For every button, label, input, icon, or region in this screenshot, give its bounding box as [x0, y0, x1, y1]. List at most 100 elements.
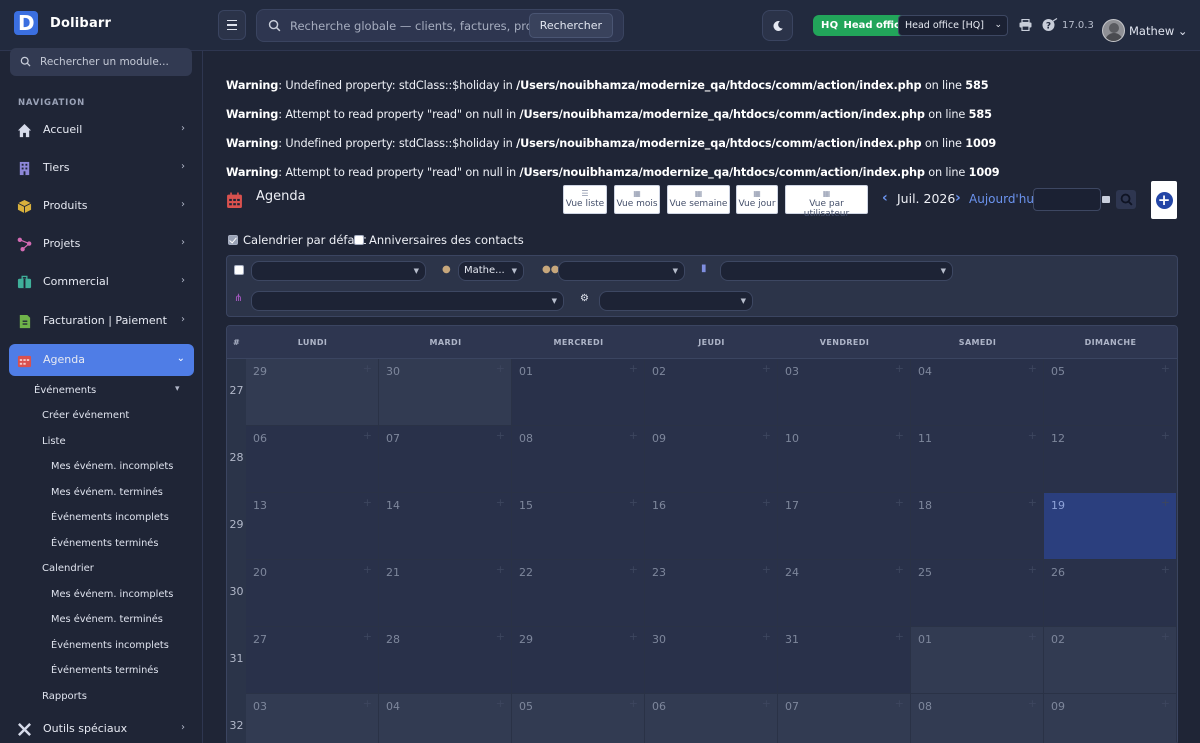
- add-event-plus-icon[interactable]: +: [762, 429, 771, 442]
- add-event-plus-icon[interactable]: +: [762, 362, 771, 375]
- add-event-plus-icon[interactable]: +: [629, 697, 638, 710]
- sidebar-sub-liste-item[interactable]: Mes événem. incomplets: [51, 461, 173, 472]
- calendar-day-cell[interactable]: 08 +: [512, 426, 645, 493]
- sidebar-item-accueil[interactable]: Accueil ›: [9, 114, 194, 146]
- sidebar-sub-calendrier-item[interactable]: Événements terminés: [51, 665, 158, 676]
- day-number[interactable]: 18: [918, 499, 932, 512]
- sidebar-item-commercial[interactable]: Commercial ›: [9, 266, 194, 298]
- day-number[interactable]: 25: [918, 566, 932, 579]
- sidebar-sub-liste[interactable]: Liste: [42, 436, 66, 447]
- day-number[interactable]: 16: [652, 499, 666, 512]
- add-event-plus-icon[interactable]: +: [629, 630, 638, 643]
- sidebar-item-projets[interactable]: Projets ›: [9, 228, 194, 260]
- add-event-plus-icon[interactable]: +: [1161, 429, 1170, 442]
- calendar-day-cell[interactable]: 06 +: [246, 426, 379, 493]
- day-number[interactable]: 03: [253, 700, 267, 713]
- sidebar-sub-calendrier-item[interactable]: Événements incomplets: [51, 640, 169, 651]
- calendar-day-cell[interactable]: 01 +: [911, 627, 1044, 694]
- add-event-plus-icon[interactable]: +: [895, 362, 904, 375]
- day-number[interactable]: 14: [386, 499, 400, 512]
- sidebar-sub-evenements[interactable]: Événements: [34, 385, 96, 396]
- day-number[interactable]: 31: [785, 633, 799, 646]
- add-event-plus-icon[interactable]: +: [1161, 496, 1170, 509]
- day-number[interactable]: 03: [785, 365, 799, 378]
- sidebar-item-tiers[interactable]: Tiers ›: [9, 152, 194, 184]
- day-number[interactable]: 29: [253, 365, 267, 378]
- next-month-arrow[interactable]: ›: [955, 190, 961, 206]
- global-search-button[interactable]: Rechercher: [528, 13, 613, 38]
- add-event-plus-icon[interactable]: +: [629, 496, 638, 509]
- add-event-plus-icon[interactable]: +: [363, 496, 372, 509]
- add-event-plus-icon[interactable]: +: [496, 563, 505, 576]
- sidebar-item-produits[interactable]: Produits ›: [9, 190, 194, 222]
- calendar-day-cell[interactable]: 25 +: [911, 560, 1044, 627]
- day-number[interactable]: 23: [652, 566, 666, 579]
- calendar-day-cell[interactable]: 19 +: [1044, 493, 1177, 560]
- checkbox-checked[interactable]: [228, 235, 238, 245]
- day-number[interactable]: 13: [253, 499, 267, 512]
- add-event-plus-icon[interactable]: +: [496, 429, 505, 442]
- add-event-plus-icon[interactable]: +: [496, 697, 505, 710]
- entity-select[interactable]: Head office [HQ] ⌄: [898, 15, 1008, 36]
- day-number[interactable]: 02: [652, 365, 666, 378]
- date-picker-icon[interactable]: [1102, 196, 1110, 203]
- calendar-day-cell[interactable]: 09 +: [645, 426, 778, 493]
- sidebar-sub-calendrier-item[interactable]: Mes événem. incomplets: [51, 589, 173, 600]
- add-event-plus-icon[interactable]: +: [895, 496, 904, 509]
- day-number[interactable]: 06: [253, 432, 267, 445]
- calendar-day-cell[interactable]: 22 +: [512, 560, 645, 627]
- calendar-day-cell[interactable]: 10 +: [778, 426, 911, 493]
- add-event-plus-icon[interactable]: +: [629, 429, 638, 442]
- thirdparty-select[interactable]: ▼: [720, 261, 953, 281]
- user-menu[interactable]: Mathew ⌄: [1129, 24, 1188, 38]
- print-icon[interactable]: [1019, 19, 1032, 31]
- calendar-day-cell[interactable]: 26 +: [1044, 560, 1177, 627]
- view-week-button[interactable]: ▦ Vue semaine: [667, 185, 730, 214]
- help-icon[interactable]: ?: [1042, 18, 1058, 32]
- view-day-button[interactable]: ▦ Vue jour: [736, 185, 778, 214]
- day-number[interactable]: 27: [253, 633, 267, 646]
- add-event-plus-icon[interactable]: +: [363, 429, 372, 442]
- sidebar-sub-rapports[interactable]: Rapports: [42, 691, 87, 702]
- calendar-day-cell[interactable]: 08 +: [911, 694, 1044, 743]
- calendar-day-cell[interactable]: 05 +: [512, 694, 645, 743]
- day-number[interactable]: 12: [1051, 432, 1065, 445]
- project-select[interactable]: ▼: [251, 291, 564, 311]
- day-number[interactable]: 10: [785, 432, 799, 445]
- calendar-day-cell[interactable]: 06 +: [645, 694, 778, 743]
- sidebar-sub-calendrier-item[interactable]: Mes événem. terminés: [51, 614, 163, 625]
- day-number[interactable]: 08: [918, 700, 932, 713]
- add-event-button[interactable]: +: [1151, 181, 1177, 219]
- add-event-plus-icon[interactable]: +: [1161, 563, 1170, 576]
- calendar-day-cell[interactable]: 20 +: [246, 560, 379, 627]
- dark-mode-toggle[interactable]: [762, 10, 793, 41]
- calendar-day-cell[interactable]: 30 +: [645, 627, 778, 694]
- add-event-plus-icon[interactable]: +: [496, 362, 505, 375]
- day-number[interactable]: 17: [785, 499, 799, 512]
- day-number[interactable]: 08: [519, 432, 533, 445]
- add-event-plus-icon[interactable]: +: [1028, 362, 1037, 375]
- sidebar-sub-liste-item[interactable]: Événements incomplets: [51, 512, 169, 523]
- sidebar-item-facturation[interactable]: Facturation | Paiement ›: [9, 305, 194, 337]
- calendar-day-cell[interactable]: 11 +: [911, 426, 1044, 493]
- day-number[interactable]: 01: [519, 365, 533, 378]
- day-number[interactable]: 05: [1051, 365, 1065, 378]
- calendar-day-cell[interactable]: 30 +: [379, 359, 512, 426]
- add-event-plus-icon[interactable]: +: [762, 563, 771, 576]
- calendar-day-cell[interactable]: 07 +: [778, 694, 911, 743]
- checkbox-unchecked[interactable]: [354, 235, 364, 245]
- day-number[interactable]: 26: [1051, 566, 1065, 579]
- add-event-plus-icon[interactable]: +: [762, 697, 771, 710]
- view-user-button[interactable]: ▦ Vue par utilisateur: [785, 185, 868, 219]
- calendar-day-cell[interactable]: 31 +: [778, 627, 911, 694]
- sidebar-sub-creer-evenement[interactable]: Créer événement: [42, 410, 129, 421]
- calendar-day-cell[interactable]: 18 +: [911, 493, 1044, 560]
- calendar-day-cell[interactable]: 02 +: [645, 359, 778, 426]
- day-number[interactable]: 30: [386, 365, 400, 378]
- add-event-plus-icon[interactable]: +: [895, 697, 904, 710]
- day-number[interactable]: 09: [1051, 700, 1065, 713]
- day-number[interactable]: 21: [386, 566, 400, 579]
- add-event-plus-icon[interactable]: +: [496, 496, 505, 509]
- calendar-day-cell[interactable]: 03 +: [246, 694, 379, 743]
- module-search-input[interactable]: Rechercher un module...: [10, 48, 192, 76]
